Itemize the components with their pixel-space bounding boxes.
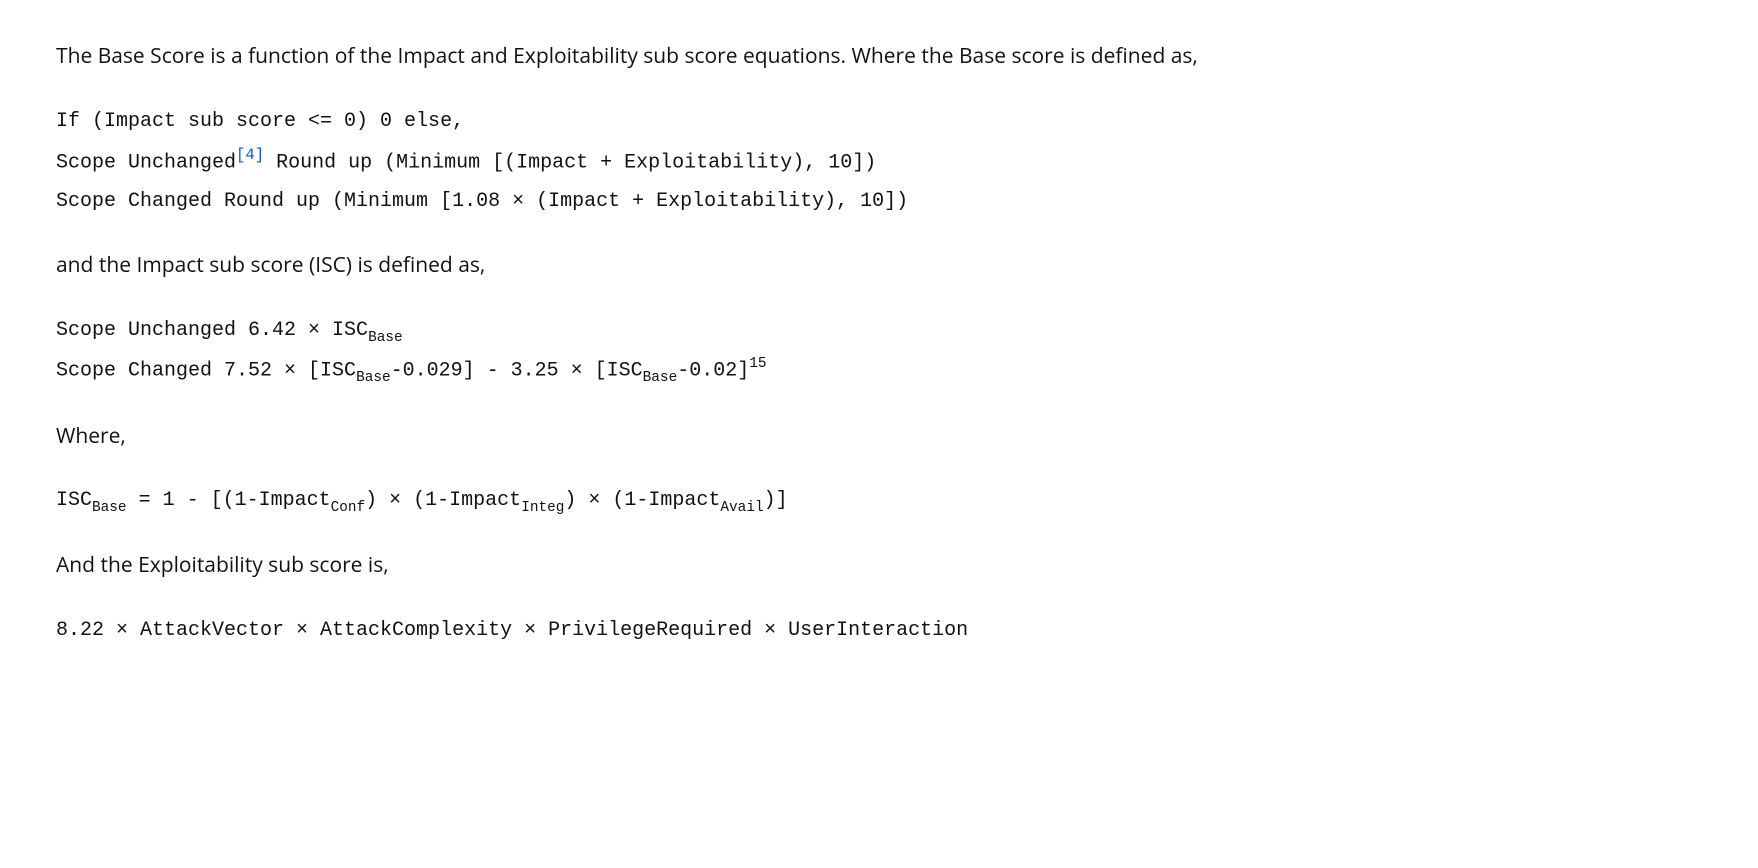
formula3-b: = 1 - [(1-Impact [127, 489, 331, 512]
superscript-15: 15 [749, 356, 766, 372]
subscript-avail: Avail [720, 500, 763, 516]
subscript-base: Base [356, 370, 391, 386]
formula-isc: Scope Unchanged 6.42 × ISCBase Scope Cha… [56, 311, 1702, 392]
formula-exploitability: 8.22 × AttackVector × AttackComplexity ×… [56, 611, 1702, 650]
exploitability-intro-paragraph: And the Exploitability sub score is, [56, 549, 1702, 583]
subscript-base: Base [92, 500, 127, 516]
intro-paragraph: The Base Score is a function of the Impa… [56, 40, 1702, 74]
formula3-c: ) × (1-Impact [365, 489, 521, 512]
formula4-text: 8.22 × AttackVector × AttackComplexity ×… [56, 619, 968, 642]
where-paragraph: Where, [56, 420, 1702, 454]
formula2-line2-a: Scope Changed 7.52 × [ISC [56, 360, 356, 383]
formula-base-score: If (Impact sub score <= 0) 0 else, Scope… [56, 102, 1702, 222]
formula3-d: ) × (1-Impact [564, 489, 720, 512]
formula1-line3: Scope Changed Round up (Minimum [1.08 × … [56, 190, 908, 213]
formula3-e: )] [764, 489, 788, 512]
formula1-line1: If (Impact sub score <= 0) 0 else, [56, 110, 464, 133]
formula2-line2-c: -0.02] [677, 360, 749, 383]
subscript-base: Base [643, 370, 678, 386]
subscript-integ: Integ [521, 500, 564, 516]
footnote-ref-4[interactable]: [4] [236, 146, 264, 164]
subscript-base: Base [368, 330, 403, 346]
formula2-line1-pre: Scope Unchanged 6.42 × ISC [56, 319, 368, 342]
subscript-conf: Conf [331, 500, 366, 516]
formula-isc-base: ISCBase = 1 - [(1-ImpactConf) × (1-Impac… [56, 481, 1702, 521]
formula3-a: ISC [56, 489, 92, 512]
formula1-line2-pre: Scope Unchanged [56, 151, 236, 174]
formula2-line2-b: -0.029] - 3.25 × [ISC [391, 360, 643, 383]
formula1-line2-post: Round up (Minimum [(Impact + Exploitabil… [264, 151, 876, 174]
isc-intro-paragraph: and the Impact sub score (ISC) is define… [56, 249, 1702, 283]
